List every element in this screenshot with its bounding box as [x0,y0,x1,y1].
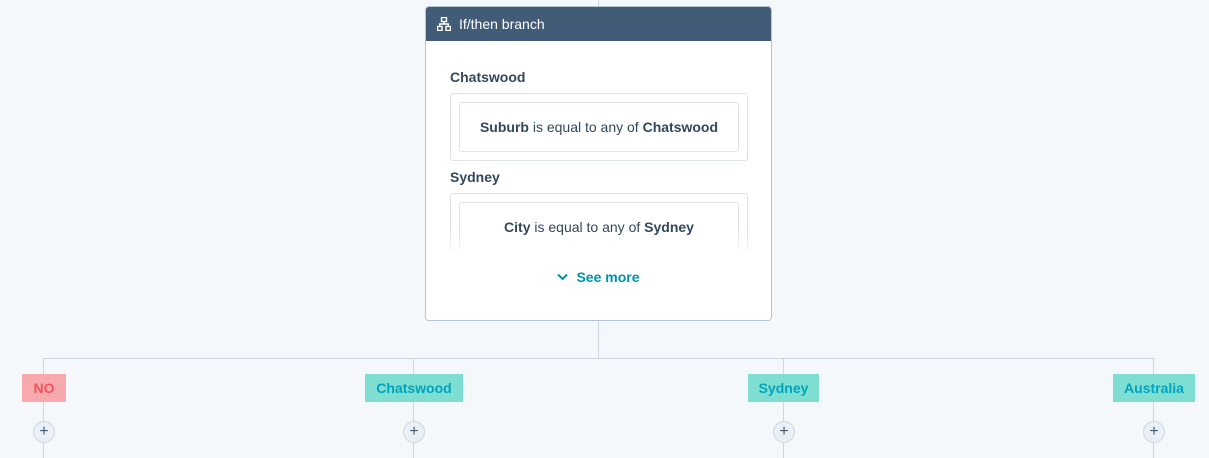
connector-drop-chatswood [413,358,414,458]
branch-tag-no[interactable]: NO [22,374,66,402]
card-title: If/then branch [459,16,545,32]
add-action-button-australia[interactable]: + [1143,421,1165,443]
connector-horizontal [43,358,1155,359]
condition-operator: is equal to any of [532,119,639,135]
fade-cover [426,251,771,320]
see-more-label: See more [576,269,640,285]
add-action-button-sydney[interactable]: + [773,421,795,443]
condition-value: Sydney [644,219,694,235]
chevron-down-icon [557,273,569,281]
add-action-button-chatswood[interactable]: + [403,421,425,443]
card-header: If/then branch [426,7,771,41]
branch-tag-sydney[interactable]: Sydney [748,374,819,402]
connector-drop-sydney [783,358,784,458]
connector-drop-no [43,358,44,458]
add-action-button-no[interactable]: + [33,421,55,443]
see-more-link[interactable]: See more [426,269,771,285]
condition-value: Chatswood [642,119,719,135]
condition-property: City [504,219,531,235]
condition-operator: is equal to any of [534,219,641,235]
branch-tag-chatswood[interactable]: Chatswood [365,374,463,402]
condition-chatswood[interactable]: Suburb is equal to any of Chatswood [459,102,739,152]
connector-trunk [598,321,599,359]
branch-tag-australia[interactable]: Australia [1113,374,1195,402]
condition-property: Suburb [479,119,529,135]
if-then-branch-card[interactable]: If/then branch Chatswood Suburb is equal… [425,6,772,321]
branch-name-sydney: Sydney [450,169,500,185]
connector-drop-australia [1153,358,1154,458]
branch-name-chatswood: Chatswood [450,69,526,85]
hierarchy-icon [436,16,452,32]
condition-group-chatswood: Suburb is equal to any of Chatswood [450,93,748,161]
